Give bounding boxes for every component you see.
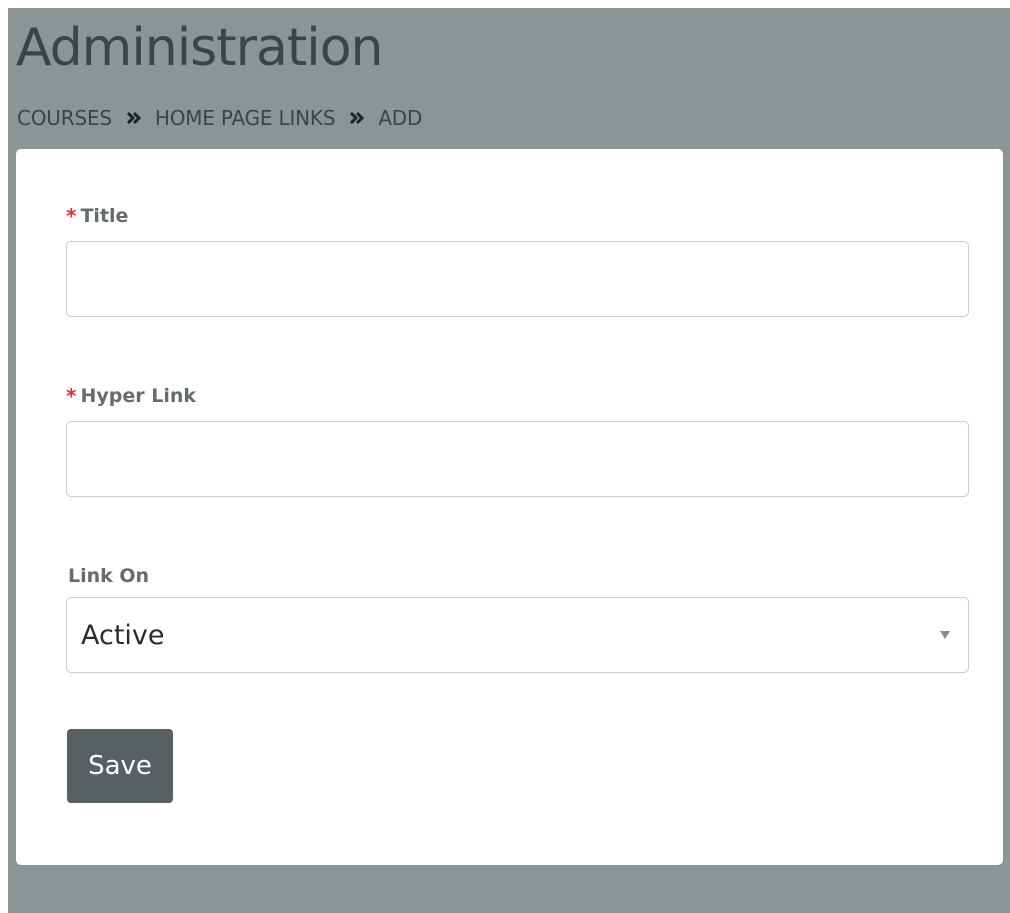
hyperlink-label: * Hyper Link: [66, 384, 196, 408]
title-label: * Title: [66, 204, 128, 228]
hyperlink-label-text: Hyper Link: [80, 385, 197, 407]
breadcrumb-item-add: ADD: [378, 106, 423, 130]
link-on-label: Link On: [68, 565, 149, 587]
link-on-selected-value: Active: [81, 619, 165, 651]
link-on-label-text: Link On: [68, 565, 150, 587]
page-background: Administration COURSES HOME PAGE LINKS A…: [8, 8, 1010, 913]
title-label-text: Title: [80, 205, 129, 227]
double-chevron-right-icon: [349, 111, 365, 125]
hyperlink-input[interactable]: [66, 421, 969, 497]
save-button[interactable]: Save: [67, 729, 173, 803]
double-chevron-right-icon: [126, 111, 141, 125]
breadcrumb-item-courses[interactable]: COURSES: [17, 106, 112, 130]
breadcrumb-item-home-page-links[interactable]: HOME PAGE LINKS: [155, 106, 336, 130]
required-marker: *: [66, 204, 77, 228]
link-on-select[interactable]: Active: [66, 597, 969, 673]
required-marker: *: [66, 384, 77, 408]
breadcrumb: COURSES HOME PAGE LINKS ADD: [17, 106, 422, 130]
page-title: Administration: [16, 18, 384, 78]
title-input[interactable]: [66, 241, 969, 317]
dropdown-arrow-icon: [940, 631, 950, 639]
form-card: * Title * Hyper Link Link On Active Save: [16, 149, 1003, 865]
